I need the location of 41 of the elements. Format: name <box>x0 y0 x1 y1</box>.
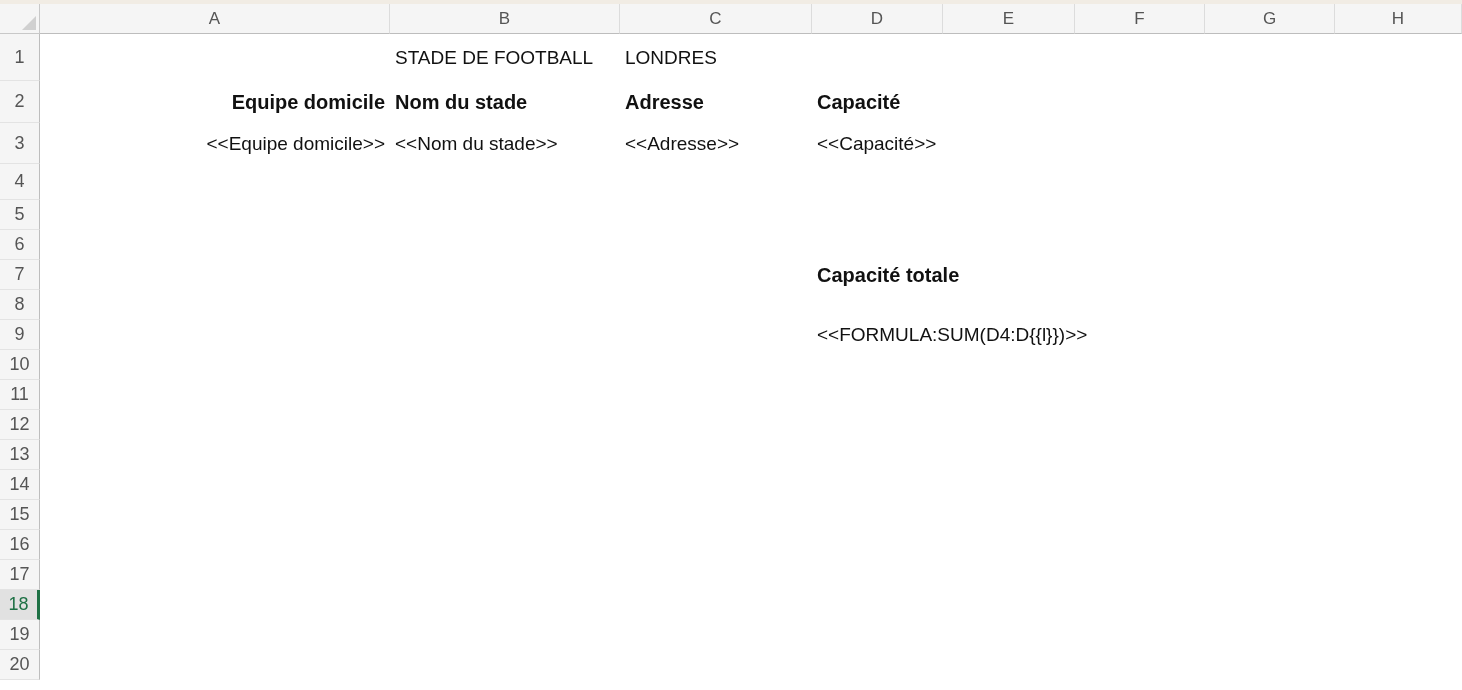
column-header[interactable]: F <box>1075 4 1205 34</box>
column-header[interactable]: B <box>390 4 620 34</box>
row-header[interactable]: 7 <box>0 260 40 290</box>
cell-text: <<Adresse>> <box>624 132 741 155</box>
column-header[interactable]: A <box>40 4 390 34</box>
row-header[interactable]: 6 <box>0 230 40 260</box>
cell-text: Adresse <box>624 90 705 114</box>
row-header[interactable]: 14 <box>0 470 40 500</box>
column-header[interactable]: G <box>1205 4 1335 34</box>
row-header[interactable]: 20 <box>0 650 40 680</box>
cell-text: Capacité totale <box>816 263 961 287</box>
cell-text: <<Nom du stade>> <box>394 132 559 155</box>
column-header[interactable]: D <box>812 4 943 34</box>
row-header[interactable]: 12 <box>0 410 40 440</box>
column-header[interactable]: H <box>1335 4 1462 34</box>
column-header[interactable]: C <box>620 4 812 34</box>
row-header[interactable]: 16 <box>0 530 40 560</box>
cell-text: <<FORMULA:SUM(D4:D{{l}})>> <box>816 324 1089 346</box>
row-header[interactable]: 5 <box>0 200 40 230</box>
cell-text: <<Capacité>> <box>816 132 938 155</box>
cell-text: <<Equipe domicile>> <box>205 132 386 155</box>
row-header[interactable]: 18 <box>0 590 40 620</box>
row-header[interactable]: 13 <box>0 440 40 470</box>
row-header[interactable]: 3 <box>0 123 40 164</box>
row-header[interactable]: 19 <box>0 620 40 650</box>
cell-text: Equipe domicile <box>230 90 386 114</box>
row-header[interactable]: 11 <box>0 380 40 410</box>
cell-text: LONDRES <box>624 46 718 69</box>
row-header[interactable]: 15 <box>0 500 40 530</box>
row-header[interactable]: 4 <box>0 164 40 200</box>
row-header[interactable]: 10 <box>0 350 40 380</box>
cell-text: Nom du stade <box>394 90 529 114</box>
row-header[interactable]: 8 <box>0 290 40 320</box>
select-all-icon[interactable] <box>22 16 36 30</box>
row-header[interactable]: 2 <box>0 81 40 123</box>
cell-text: Capacité <box>816 90 902 114</box>
row-header[interactable]: 9 <box>0 320 40 350</box>
cell-text: STADE DE FOOTBALL <box>394 46 595 69</box>
row-header[interactable]: 1 <box>0 34 40 81</box>
column-header[interactable]: E <box>943 4 1075 34</box>
row-header[interactable]: 17 <box>0 560 40 590</box>
